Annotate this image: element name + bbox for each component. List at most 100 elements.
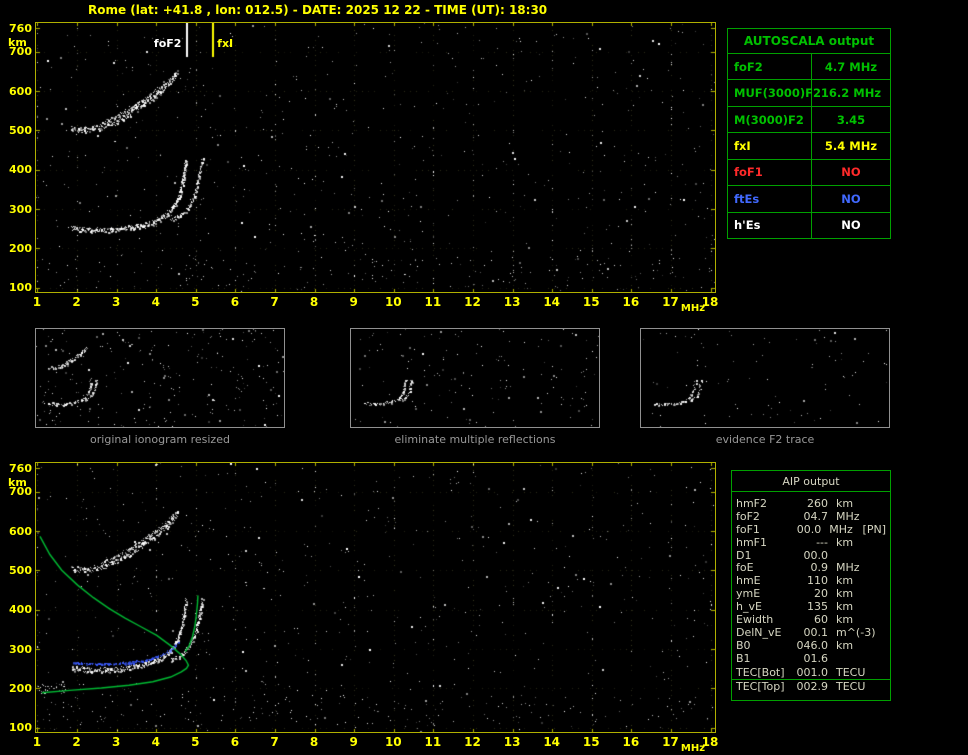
aip-row-note xyxy=(872,511,886,524)
x-axis-tick-label: 8 xyxy=(309,295,319,309)
thumbnail-caption-reflections: eliminate multiple reflections xyxy=(394,433,556,446)
autoscala-row-value: 5.4 MHz xyxy=(824,138,878,153)
aip-row-label: Ewidth xyxy=(736,613,774,627)
aip-output-table: AIP output hmF2 260 km foF2 04.7 MHz foF1 00.0 M… xyxy=(731,470,891,701)
autoscala-row: M(3000)F2 3.45 xyxy=(728,106,890,134)
aip-row-label: hmF1 xyxy=(736,535,768,549)
autoscala-row: foF1 NO xyxy=(728,159,890,187)
aip-row-value: 046.0 xyxy=(796,638,829,652)
x-axis-tick-label: 1 xyxy=(32,295,42,309)
autoscala-row-value: 4.7 MHz xyxy=(824,59,878,74)
autoscala-row-value: 16.2 MHz xyxy=(820,86,882,101)
aip-row-note xyxy=(872,627,886,640)
y-axis-tick-label: 600 xyxy=(9,84,32,98)
aip-row-unit xyxy=(836,653,872,666)
aip-row-unit: km xyxy=(836,535,854,549)
aip-row-note xyxy=(872,575,886,588)
autoscala-row-value: NO xyxy=(841,191,861,206)
autoscala-row-label: M(3000)F2 xyxy=(728,106,812,133)
aip-row-note xyxy=(872,666,886,679)
aip-row-label: foF1 xyxy=(736,522,760,536)
aip-row-value: 001.0 xyxy=(796,665,829,679)
x-axis-tick-label: 11 xyxy=(424,735,442,749)
aip-row-note xyxy=(872,588,886,601)
aip-row-unit: TECU xyxy=(836,679,866,693)
x-axis-tick-label: 10 xyxy=(384,735,402,749)
y-axis-tick-label: 500 xyxy=(9,123,32,137)
aip-row: DelN_vE 00.1 m^(-3) xyxy=(732,625,890,640)
aip-row-value: 002.9 xyxy=(796,679,829,693)
aip-row-unit: m^(-3) xyxy=(836,625,876,639)
aip-row-value: 00.0 xyxy=(796,522,822,536)
fxi-marker-label: fxI xyxy=(217,37,234,50)
fof2-marker-label: foF2 xyxy=(153,37,182,50)
thumbnail-canvas-f2trace xyxy=(641,329,889,427)
y-axis-tick-label: 400 xyxy=(9,163,32,177)
x-axis-tick-label: 10 xyxy=(384,295,402,309)
aip-table-header: AIP output xyxy=(732,471,890,492)
autoscala-row-label: foF1 xyxy=(728,159,812,186)
aip-row-note xyxy=(872,653,886,666)
x-axis-tick-label: 15 xyxy=(582,735,600,749)
y-axis-tick-label: 600 xyxy=(9,524,32,538)
thumbnail-canvas-original xyxy=(36,329,284,427)
x-axis-unit-label: MHz xyxy=(680,743,706,754)
x-axis-tick-label: 4 xyxy=(151,295,160,309)
y-axis-unit-label: km xyxy=(8,35,27,49)
aip-row-note xyxy=(872,498,886,511)
x-axis-tick-label: 13 xyxy=(503,295,521,309)
main-ionogram-plot xyxy=(35,22,716,293)
aip-tec-row: TEC[Top] 002.9 TECU xyxy=(732,680,890,694)
y-axis-tick-label: 300 xyxy=(9,642,32,656)
aip-row-label: DelN_vE xyxy=(736,625,782,639)
aip-row-note xyxy=(872,550,886,563)
aip-table-rows: hmF2 260 km foF2 04.7 MHz foF1 00.0 MHz [PN] hmF1-… xyxy=(732,492,890,666)
aip-tec-row: TEC[Bot] 001.0 TECU xyxy=(732,666,890,680)
autoscala-row-label: h'Es xyxy=(728,212,812,238)
x-axis-tick-label: 7 xyxy=(270,735,279,749)
x-axis-tick-label: 6 xyxy=(230,295,240,309)
x-axis-tick-label: 3 xyxy=(111,735,121,749)
autoscala-row-label: MUF(3000)F2 xyxy=(728,80,821,106)
x-axis-tick-label: 2 xyxy=(72,295,81,309)
aip-row-value: 00.1 xyxy=(803,625,829,639)
autoscala-app: Rome (lat: +41.8 , lon: 012.5) - DATE: 2… xyxy=(0,0,968,755)
x-axis-tick-label: 9 xyxy=(349,295,358,309)
aip-row-value: --- xyxy=(816,535,828,549)
autoscala-table-header: AUTOSCALA output xyxy=(728,29,890,54)
x-axis-tick-label: 13 xyxy=(503,735,521,749)
aip-row-label: hmF2 xyxy=(736,497,768,510)
aip-row-note xyxy=(872,537,886,550)
autoscala-row-value: 3.45 xyxy=(836,112,866,127)
x-axis-tick-label: 15 xyxy=(582,295,600,309)
thumbnail-canvas-reflections xyxy=(351,329,599,427)
aip-row: foF1 00.0 MHz [PN] xyxy=(732,522,890,537)
thumbnail-original-ionogram xyxy=(35,328,285,428)
aip-table-tec-rows: TEC[Bot] 001.0 TECU TEC[Top] 002.9 TECU xyxy=(732,666,890,694)
x-axis-tick-label: 14 xyxy=(543,295,561,309)
autoscala-row-label: fxI xyxy=(728,133,812,159)
thumbnail-caption-original: original ionogram resized xyxy=(90,433,230,446)
x-axis-tick-label: 1 xyxy=(32,735,42,749)
autoscala-row: foF2 4.7 MHz xyxy=(728,54,890,81)
thumbnail-caption-f2trace: evidence F2 trace xyxy=(715,433,815,446)
aip-row: B0 046.0 km xyxy=(732,638,890,653)
y-axis-tick-label: 200 xyxy=(9,241,32,255)
aip-row-label: TEC[Bot] xyxy=(736,665,785,679)
aip-row: Ewidth 60 km xyxy=(732,613,890,627)
y-axis-unit-label: km xyxy=(8,475,27,489)
aip-row-note xyxy=(872,680,886,694)
x-axis-tick-label: 6 xyxy=(230,735,240,749)
autoscala-row: h'Es NO xyxy=(728,212,890,238)
aip-row-note xyxy=(872,562,886,575)
x-axis-tick-label: 16 xyxy=(622,735,640,749)
aip-row-unit: km xyxy=(836,638,854,652)
x-axis-tick-label: 3 xyxy=(111,295,121,309)
y-axis-tick-label: 100 xyxy=(9,721,32,735)
x-axis-tick-label: 5 xyxy=(191,295,200,309)
x-axis-tick-label: 14 xyxy=(543,735,561,749)
thumbnail-eliminate-reflections xyxy=(350,328,600,428)
y-axis-tick-label: 760 xyxy=(9,461,32,475)
aip-row-unit: MHz xyxy=(836,509,860,523)
autoscala-row-value: NO xyxy=(841,218,861,233)
